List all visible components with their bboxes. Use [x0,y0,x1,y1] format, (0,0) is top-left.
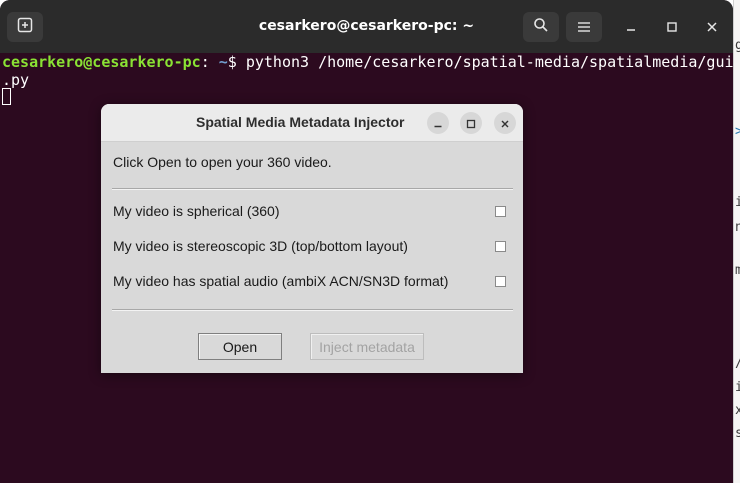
maximize-icon [466,114,476,133]
spherical-checkbox[interactable] [495,206,506,217]
close-icon [706,18,718,37]
search-icon [533,17,549,37]
minimize-icon [625,18,637,37]
edge-glyph: m [735,263,740,278]
search-button[interactable] [523,12,559,42]
menu-button[interactable] [566,12,602,42]
dialog-maximize-button[interactable] [460,112,482,134]
dialog-titlebar[interactable]: Spatial Media Metadata Injector [101,104,523,142]
edge-glyph: i [735,195,740,210]
terminal-cursor [2,88,11,105]
maximize-icon [666,18,678,37]
metadata-injector-dialog: Spatial Media Metadata Injector Click Op… [101,104,523,373]
minimize-icon [433,114,443,133]
option-stereoscopic-label: My video is stereoscopic 3D (top/bottom … [113,238,408,254]
dialog-title: Spatial Media Metadata Injector [196,114,405,130]
command-text: python3 /home/cesarkero/spatial-media/sp… [236,53,733,71]
edge-glyph: s [735,426,740,441]
edge-glyph: n [735,220,740,235]
new-tab-button[interactable] [7,12,43,42]
prompt-separator: : [200,53,210,71]
close-button[interactable] [701,16,723,38]
edge-glyph: > [735,124,740,139]
inject-metadata-button[interactable]: Inject metadata [310,333,424,360]
instruction-text: Click Open to open your 360 video. [113,154,332,170]
edge-glyph: / [735,356,740,371]
prompt-user: cesarkero@cesarkero-pc [2,53,201,71]
dialog-close-button[interactable] [494,112,516,134]
prompt-path: ~ [209,53,228,71]
open-button[interactable]: Open [198,333,282,360]
option-spherical-label: My video is spherical (360) [113,203,280,219]
menu-icon [577,18,591,37]
dialog-minimize-button[interactable] [427,112,449,134]
command-line: cesarkero@cesarkero-pc: ~$ python3 /home… [2,53,733,72]
divider [112,188,513,190]
prompt-symbol: $ [227,53,237,71]
divider [112,309,513,311]
option-spatial-audio-label: My video has spatial audio (ambiX ACN/SN… [113,273,449,289]
stereoscopic-checkbox[interactable] [495,241,506,252]
edge-glyph: i [735,380,740,395]
minimize-button[interactable] [620,16,642,38]
background-window-edge: g > i n m / i x s [733,0,740,483]
new-tab-icon [17,17,33,37]
maximize-button[interactable] [661,16,683,38]
terminal-titlebar[interactable]: cesarkero@cesarkero-pc: ~ [0,0,733,53]
close-icon [500,114,510,133]
edge-glyph: x [735,403,740,418]
edge-glyph: g [735,38,740,53]
spatial-audio-checkbox[interactable] [495,276,506,287]
